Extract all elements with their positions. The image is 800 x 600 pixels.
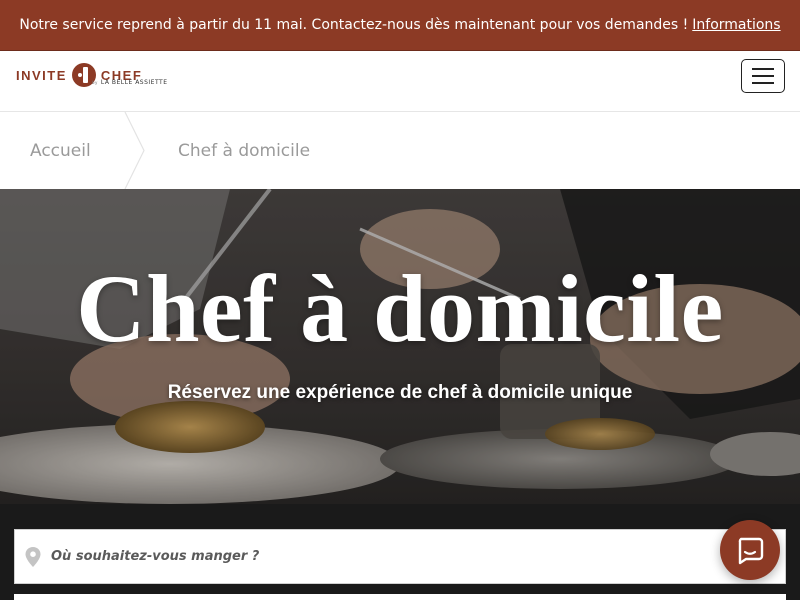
hero-title: Chef à domicile xyxy=(76,255,724,362)
breadcrumb-current-label: Chef à domicile xyxy=(178,140,311,161)
menu-toggle-button[interactable] xyxy=(741,59,785,93)
breadcrumb: Accueil Chef à domicile xyxy=(0,112,800,189)
secondary-search-field[interactable] xyxy=(14,594,786,600)
logo-brand: LA BELLE ASSIETTE xyxy=(100,79,168,86)
breadcrumb-home-label: Accueil xyxy=(30,140,91,161)
chat-launcher-button[interactable] xyxy=(720,520,780,580)
hamburger-icon xyxy=(752,68,774,70)
hamburger-icon-line xyxy=(752,75,774,77)
location-search-input[interactable] xyxy=(51,536,711,577)
logo-word-invite: INVITE xyxy=(16,67,67,83)
site-header: INVITE CHEF by LA BELLE ASSIETTE xyxy=(0,51,800,112)
map-pin-icon xyxy=(25,546,41,567)
banner-info-link[interactable]: Informations xyxy=(692,17,780,33)
chat-bubble-icon xyxy=(738,537,764,565)
breadcrumb-item-home[interactable]: Accueil xyxy=(0,112,145,189)
hero-banner: Chef à domicile Réservez une expérience … xyxy=(0,189,800,504)
breadcrumb-item-current: Chef à domicile xyxy=(145,112,310,189)
hamburger-icon-line xyxy=(752,82,774,84)
logo-subtitle: by LA BELLE ASSIETTE xyxy=(92,79,168,86)
search-section xyxy=(0,504,800,600)
hero-subtitle: Réservez une expérience de chef à domici… xyxy=(167,382,633,403)
breadcrumb-separator-icon xyxy=(124,112,145,189)
logo-by: by xyxy=(92,80,98,85)
announcement-banner: Notre service reprend à partir du 11 mai… xyxy=(0,0,800,51)
banner-message: Notre service reprend à partir du 11 mai… xyxy=(19,17,689,33)
location-search-field[interactable] xyxy=(14,529,786,584)
